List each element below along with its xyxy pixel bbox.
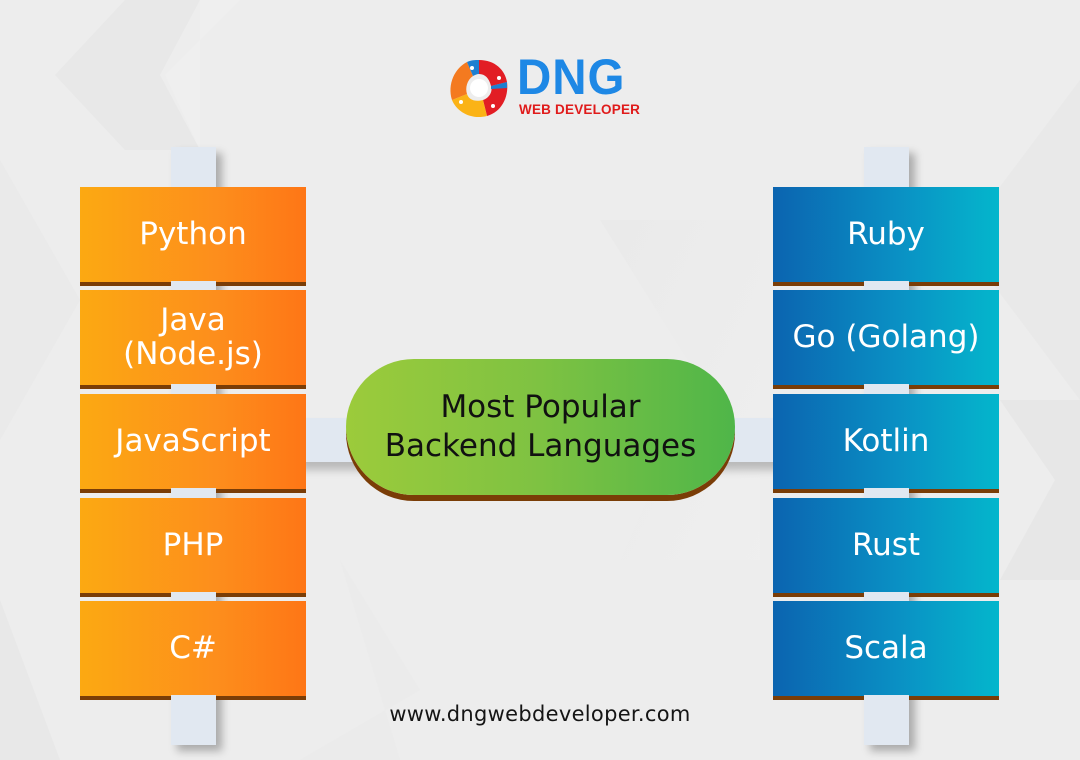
center-title-line1: Most Popular: [440, 389, 641, 426]
left-item-label: C#: [169, 629, 217, 666]
left-item-label: Python: [139, 215, 247, 252]
pole-gap: [864, 592, 909, 597]
pole-gap: [864, 281, 909, 286]
brand-logo: DNG WEB DEVELOPER: [447, 49, 641, 122]
left-item-javascript: JavaScript: [80, 394, 306, 493]
right-item-label: Scala: [844, 629, 928, 666]
left-item-label: PHP: [162, 526, 224, 563]
pole-gap: [171, 695, 216, 700]
pole-gap: [171, 488, 216, 493]
website-url: www.dngwebdeveloper.com: [389, 702, 691, 726]
right-item-ruby: Ruby: [773, 187, 999, 286]
logo-subtitle: WEB DEVELOPER: [519, 102, 641, 117]
left-item-label-line2: (Node.js): [123, 335, 263, 372]
left-item-python: Python: [80, 187, 306, 286]
center-title-line2: Backend Languages: [384, 428, 697, 464]
left-item-java: Java (Node.js): [80, 290, 306, 389]
logo-mark-icon: [450, 60, 508, 118]
right-item-label: Ruby: [847, 215, 925, 252]
pole-gap: [171, 281, 216, 286]
right-item-kotlin: Kotlin: [773, 394, 999, 493]
pole-gap: [864, 488, 909, 493]
pole-gap: [864, 695, 909, 700]
center-title-pill: Most Popular Backend Languages: [346, 359, 735, 495]
left-item-label-line1: Java: [160, 302, 226, 339]
center-title: Most Popular Backend Languages: [385, 388, 697, 466]
left-item-csharp: C#: [80, 601, 306, 700]
right-item-go: Go (Golang): [773, 290, 999, 389]
right-item-label: Go (Golang): [792, 318, 980, 355]
pole-gap: [864, 384, 909, 389]
right-item-scala: Scala: [773, 601, 999, 700]
right-item-label: Rust: [851, 526, 921, 563]
left-item-label: Java (Node.js): [123, 302, 263, 372]
right-item-label: Kotlin: [842, 422, 930, 459]
left-item-label: JavaScript: [115, 422, 271, 459]
left-item-php: PHP: [80, 498, 306, 597]
pole-gap: [171, 384, 216, 389]
pole-gap: [171, 592, 216, 597]
right-item-rust: Rust: [773, 498, 999, 597]
logo-title: DNG: [517, 49, 626, 105]
